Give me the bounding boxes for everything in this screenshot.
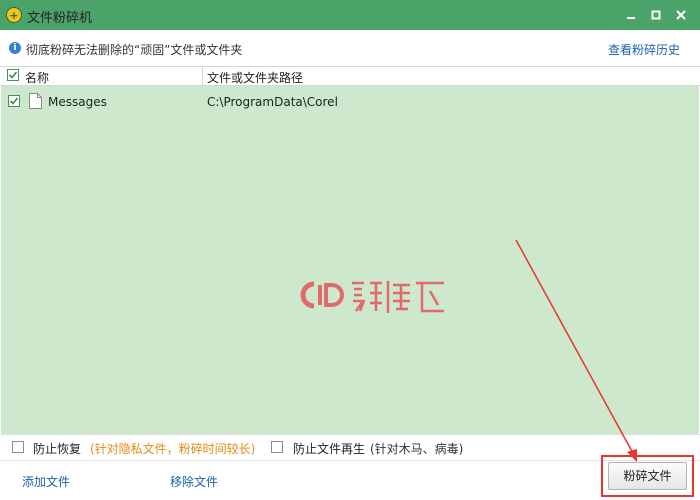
maximize-icon (651, 10, 661, 20)
minimize-button[interactable] (620, 5, 642, 25)
info-icon: i (9, 42, 21, 54)
minimize-icon (627, 17, 635, 19)
title-bar (0, 0, 700, 30)
prevent-regeneration-label[interactable]: 防止文件再生 (293, 440, 365, 457)
prevent-recovery-note: (针对隐私文件，粉碎时间较长) (90, 442, 256, 456)
file-icon (29, 93, 42, 109)
view-shred-history-link[interactable]: 查看粉碎历史 (608, 41, 680, 58)
close-button[interactable] (670, 5, 692, 25)
column-header-name[interactable]: 名称 (25, 69, 49, 86)
shred-file-button[interactable]: 粉碎文件 (608, 462, 687, 490)
column-divider[interactable] (202, 66, 203, 86)
bottom-bar (0, 460, 700, 500)
prevent-recovery-label[interactable]: 防止恢复 (33, 440, 81, 457)
site-watermark-logo (300, 281, 444, 313)
prevent-recovery-checkbox[interactable] (12, 441, 24, 453)
checkmark-icon (8, 71, 18, 79)
file-list[interactable] (1, 86, 699, 434)
shredder-app-icon: + (6, 7, 22, 23)
row-checkbox[interactable] (8, 95, 20, 107)
select-all-checkbox[interactable] (7, 69, 19, 81)
add-file-link[interactable]: 添加文件 (22, 473, 70, 490)
column-header-path[interactable]: 文件或文件夹路径 (207, 69, 303, 86)
maximize-button[interactable] (645, 5, 667, 25)
prevent-regeneration-checkbox[interactable] (271, 441, 283, 453)
info-text: 彻底粉碎无法删除的“顽固”文件或文件夹 (26, 43, 243, 57)
file-name[interactable]: Messages (48, 95, 107, 109)
close-icon (676, 10, 686, 20)
remove-file-link[interactable]: 移除文件 (170, 473, 218, 490)
table-header (0, 66, 700, 86)
window-title: 文件粉碎机 (27, 11, 93, 26)
prevent-regeneration-note: (针对木马、病毒) (370, 442, 464, 456)
checkmark-icon (9, 97, 19, 105)
file-path: C:\ProgramData\Corel (207, 95, 338, 109)
